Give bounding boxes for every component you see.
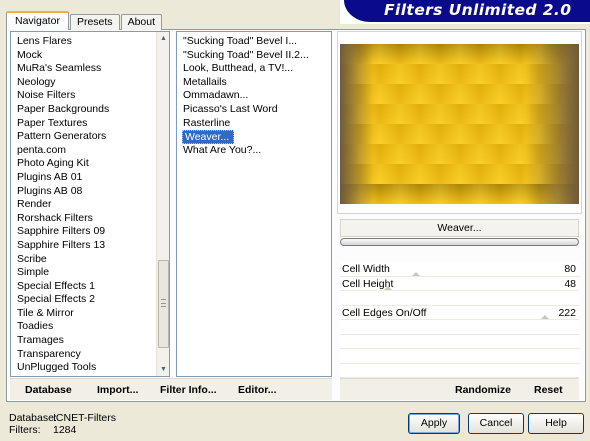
weave-row: [340, 124, 579, 144]
filter-item[interactable]: What Are You?...: [177, 144, 331, 158]
category-list-items: Lens Flares Mock MuRa's Seamless Neology Noi…: [11, 32, 155, 376]
slider-thumb[interactable]: [540, 315, 549, 319]
filter-list-items: "Sucking Toad" Bevel I... "Sucking Toad" …: [177, 32, 331, 376]
randomize-button[interactable]: Randomize: [455, 384, 511, 396]
slider-label: Cell Width: [342, 263, 390, 275]
filter-info-button[interactable]: Filter Info...: [160, 384, 217, 396]
filters-count: 1284: [53, 424, 77, 436]
filters-label: Filters:: [9, 424, 41, 436]
filter-item[interactable]: "Sucking Toad" Bevel II.2...: [177, 49, 331, 63]
editor-button[interactable]: Editor...: [238, 384, 277, 396]
category-list[interactable]: Lens Flares Mock MuRa's Seamless Neology Noi…: [10, 31, 170, 377]
status-info: Database: ICNET-Filters Filters: 1284: [9, 412, 116, 436]
category-item[interactable]: Special Effects 1: [11, 280, 155, 294]
category-item[interactable]: MuRa's Seamless: [11, 62, 155, 76]
category-item[interactable]: Render: [11, 198, 155, 212]
weave-row: [340, 184, 579, 204]
category-item[interactable]: Noise Filters: [11, 89, 155, 103]
slider-value: 222: [558, 306, 576, 319]
category-scrollbar[interactable]: ▲ ▼: [156, 32, 169, 376]
filter-name-bar: Weaver...: [340, 219, 579, 237]
app-title: Filters Unlimited 2.0: [384, 1, 572, 19]
category-item[interactable]: penta.com: [11, 144, 155, 158]
reset-button[interactable]: Reset: [534, 384, 563, 396]
category-item[interactable]: Paper Textures: [11, 117, 155, 131]
slider-value: 48: [564, 277, 576, 290]
filter-list[interactable]: "Sucking Toad" Bevel I... "Sucking Toad" …: [176, 31, 332, 377]
category-item[interactable]: Mock: [11, 49, 155, 63]
category-item[interactable]: Plugins AB 01: [11, 171, 155, 185]
category-item[interactable]: UnPlugged Tools: [11, 361, 155, 375]
category-item[interactable]: Lens Flares: [11, 35, 155, 49]
category-item[interactable]: Special Effects 2: [11, 293, 155, 307]
weave-row: [340, 84, 579, 104]
weave-row: [340, 104, 579, 124]
filter-item[interactable]: Rasterline: [177, 117, 331, 131]
slider-thumb[interactable]: [383, 286, 392, 290]
category-item[interactable]: Transparency: [11, 348, 155, 362]
category-item[interactable]: Paper Backgrounds: [11, 103, 155, 117]
scroll-up-icon[interactable]: ▲: [157, 32, 169, 45]
slider-row[interactable]: [340, 320, 579, 335]
navigator-action-bar: Database Import... Filter Info... Editor…: [10, 378, 332, 400]
slider-row[interactable]: Cell Width 80: [340, 262, 579, 277]
cancel-button[interactable]: Cancel: [468, 413, 524, 434]
category-item[interactable]: Tile & Mirror: [11, 307, 155, 321]
filter-item[interactable]: Look, Butthead, a TV!...: [177, 62, 331, 76]
filter-item[interactable]: Ommadawn...: [177, 89, 331, 103]
tab-bar: Navigator Presets About: [6, 10, 163, 30]
category-item[interactable]: Sapphire Filters 13: [11, 239, 155, 253]
database-value: ICNET-Filters: [53, 412, 116, 424]
category-item[interactable]: Tramages: [11, 334, 155, 348]
grip-icon: [161, 299, 166, 307]
slider-row[interactable]: Cell Height 48: [340, 277, 579, 291]
category-item[interactable]: Plugins AB 08: [11, 185, 155, 199]
category-item[interactable]: Simple: [11, 266, 155, 280]
weave-row: [340, 64, 579, 84]
category-item[interactable]: Sapphire Filters 09: [11, 225, 155, 239]
help-button[interactable]: Help: [528, 413, 584, 434]
scroll-down-icon[interactable]: ▼: [157, 363, 169, 376]
slider-row[interactable]: Cell Edges On/Off 222: [340, 306, 579, 320]
apply-button[interactable]: Apply: [408, 413, 460, 434]
category-item[interactable]: Neology: [11, 76, 155, 90]
filter-item[interactable]: "Sucking Toad" Bevel I...: [177, 35, 331, 49]
slider-thumb[interactable]: [411, 271, 420, 276]
slider-label: Cell Edges On/Off: [342, 306, 427, 319]
category-item[interactable]: Photo Aging Kit: [11, 157, 155, 171]
weave-row: [340, 144, 579, 164]
slider-row[interactable]: [340, 349, 579, 364]
category-item[interactable]: V...: [11, 375, 155, 376]
tab-presets[interactable]: Presets: [69, 14, 120, 30]
tab-about[interactable]: About: [120, 14, 163, 30]
slider-row[interactable]: [340, 364, 579, 378]
progress-bar: [340, 238, 579, 246]
slider-row[interactable]: [340, 335, 579, 349]
scroll-thumb[interactable]: [158, 260, 169, 348]
category-item[interactable]: Pattern Generators: [11, 130, 155, 144]
database-button[interactable]: Database: [25, 384, 72, 396]
tab-navigator[interactable]: Navigator: [6, 11, 69, 30]
weave-row: [340, 164, 579, 184]
parameter-action-bar: Randomize Reset: [340, 378, 579, 400]
parameter-sliders: Cell Width 80 Cell Height 48 Cell Edges On/O…: [340, 262, 579, 378]
filter-item[interactable]: Picasso's Last Word: [177, 103, 331, 117]
import-button[interactable]: Import...: [97, 384, 138, 396]
preview-image: [340, 44, 579, 204]
category-item[interactable]: Scribe: [11, 253, 155, 267]
category-item[interactable]: Toadies: [11, 320, 155, 334]
title-banner: Filters Unlimited 2.0: [340, 0, 590, 24]
filter-item[interactable]: Weaver...: [182, 130, 235, 144]
database-label: Database:: [9, 412, 57, 424]
weave-row: [340, 44, 579, 64]
slider-value: 80: [564, 263, 576, 275]
filter-item[interactable]: Metallails: [177, 76, 331, 90]
category-item[interactable]: Rorshack Filters: [11, 212, 155, 226]
slider-row[interactable]: [340, 291, 579, 306]
